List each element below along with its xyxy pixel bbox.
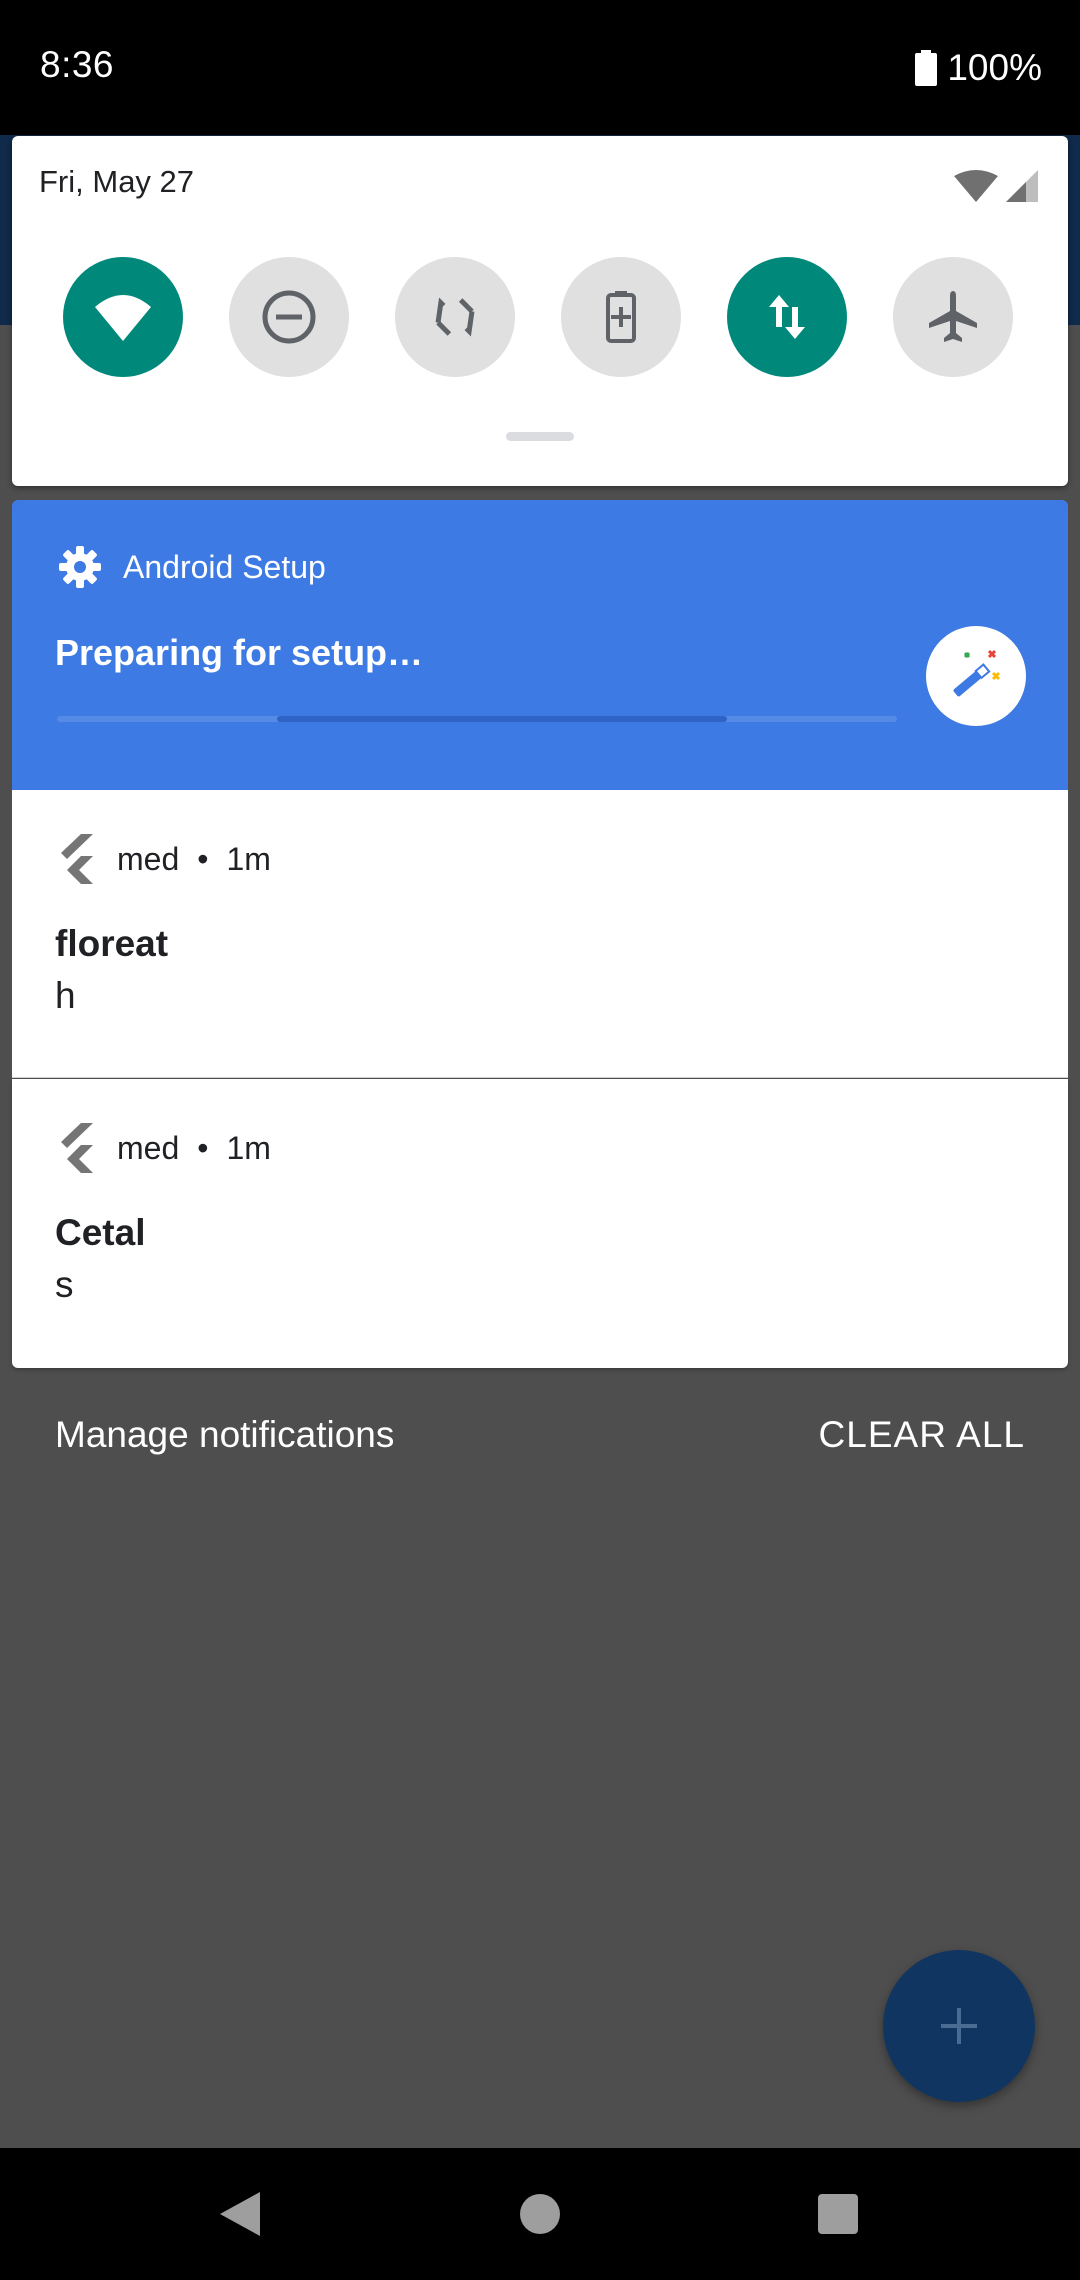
- battery-percentage: 100%: [947, 47, 1042, 88]
- airplane-icon: [929, 291, 977, 342]
- setup-title: Preparing for setup…: [55, 632, 424, 673]
- notification-app-name: med: [117, 1129, 180, 1166]
- notification-app-name: med: [117, 840, 180, 877]
- do-not-disturb-icon: [262, 290, 316, 344]
- battery-saver-tile[interactable]: [561, 257, 681, 377]
- notification-title: Cetal: [55, 1212, 146, 1253]
- notification-footer: Manage notifications CLEAR ALL: [0, 1400, 1080, 1480]
- notification-body: s: [55, 1264, 74, 1305]
- notification-item[interactable]: med • 1m Cetal s: [12, 1079, 1068, 1368]
- notification-time: 1m: [226, 840, 271, 877]
- separator-dot: •: [197, 840, 209, 877]
- mobile-data-tile[interactable]: [727, 257, 847, 377]
- notification-body: h: [55, 975, 76, 1016]
- cell-signal-icon: [1006, 170, 1038, 202]
- flutter-icon: [61, 834, 93, 884]
- notification-item[interactable]: med • 1m floreat h: [12, 790, 1068, 1078]
- setup-large-icon: [926, 626, 1026, 726]
- wifi-icon: [95, 295, 151, 341]
- notification-header: med • 1m: [57, 1123, 271, 1173]
- gear-icon: [59, 546, 101, 588]
- wifi-signal-icon: [954, 170, 998, 202]
- back-icon[interactable]: [218, 2190, 262, 2238]
- signal-icons: [954, 170, 1038, 202]
- notification-time: 1m: [226, 1129, 271, 1166]
- battery-icon: [915, 50, 938, 86]
- setup-progress-indicator: [277, 716, 727, 722]
- mobile-data-icon: [769, 295, 805, 339]
- recents-icon[interactable]: [818, 2194, 858, 2234]
- quick-settings-tiles: [63, 257, 1013, 377]
- status-time: 8:36: [40, 44, 115, 85]
- plus-icon: [941, 2008, 977, 2044]
- separator-dot: •: [197, 1129, 209, 1166]
- qs-date[interactable]: Fri, May 27: [39, 164, 194, 200]
- navigation-bar: [0, 2148, 1080, 2280]
- setup-notification-header: Android Setup: [57, 544, 326, 590]
- manage-notifications-button[interactable]: Manage notifications: [55, 1414, 394, 1456]
- home-icon[interactable]: [520, 2194, 560, 2234]
- auto-rotate-icon: [435, 297, 475, 337]
- flutter-icon: [61, 1123, 93, 1173]
- setup-app-name: Android Setup: [123, 548, 326, 585]
- notification-title: floreat: [55, 923, 169, 964]
- wifi-tile[interactable]: [63, 257, 183, 377]
- do-not-disturb-tile[interactable]: [229, 257, 349, 377]
- magic-wand-icon: [953, 649, 1001, 697]
- qs-expand-handle[interactable]: [506, 432, 574, 441]
- airplane-mode-tile[interactable]: [893, 257, 1013, 377]
- clear-all-button[interactable]: CLEAR ALL: [819, 1414, 1025, 1456]
- battery-status: 100%: [915, 44, 1042, 92]
- android-setup-notification[interactable]: Android Setup Preparing for setup…: [12, 500, 1068, 790]
- auto-rotate-tile[interactable]: [395, 257, 515, 377]
- battery-saver-icon: [606, 291, 636, 343]
- status-bar: 8:36 100%: [0, 0, 1080, 135]
- add-fab-button[interactable]: [883, 1950, 1035, 2102]
- quick-settings-panel: Fri, May 27: [12, 136, 1068, 486]
- notification-header: med • 1m: [57, 834, 271, 884]
